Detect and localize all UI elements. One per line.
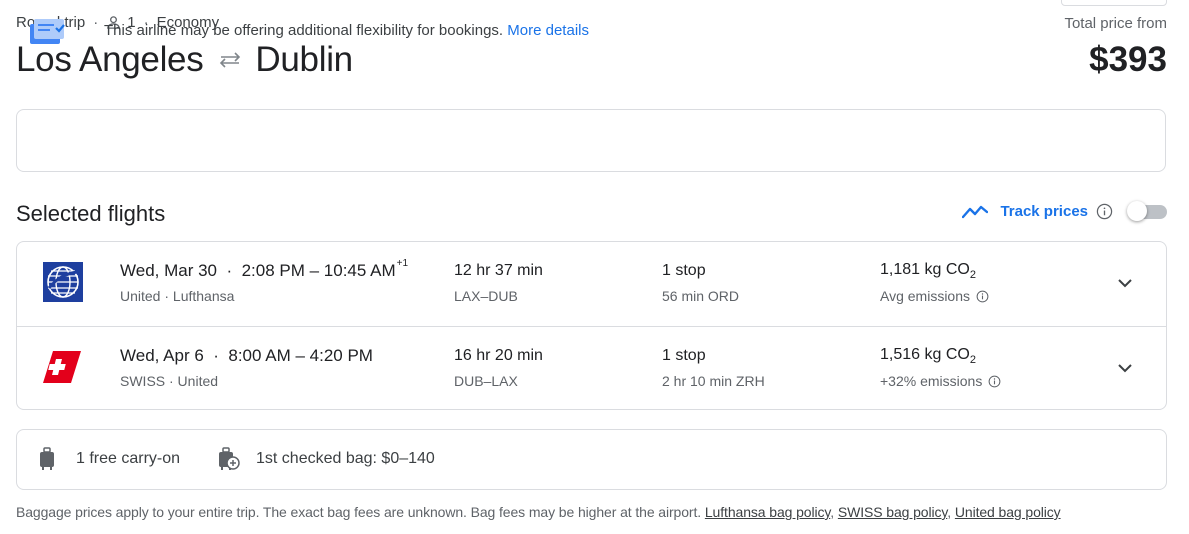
carry-on-bag-icon (40, 447, 54, 470)
flight-row-return[interactable]: Wed, Apr 6 · 8:00 AM – 4:20 PM SWISS · U… (16, 327, 1167, 411)
flight-date: Wed, Apr 6 (120, 346, 204, 365)
swiss-bag-policy-link[interactable]: SWISS bag policy (838, 504, 948, 520)
total-price: $393 (1089, 40, 1167, 79)
track-prices-toggle[interactable] (1127, 201, 1167, 221)
flight-time-range: 8:00 AM – 4:20 PM (228, 346, 373, 365)
flight-time-range: 2:08 PM – 10:45 AM (241, 261, 396, 280)
total-price-label: Total price from (1064, 15, 1167, 32)
flight-layover: 56 min ORD (662, 288, 740, 304)
flight-times: Wed, Mar 30 · 2:08 PM – 10:45 AM+1 (120, 258, 409, 281)
emissions-text: 1,181 kg CO (880, 261, 970, 278)
carry-on-text: 1 free carry-on (76, 450, 181, 467)
flexibility-info-box (16, 109, 1166, 172)
flight-times: Wed, Apr 6 · 8:00 AM – 4:20 PM (120, 346, 374, 366)
flight-airports: DUB–LAX (454, 373, 518, 389)
top-edge-button (1061, 0, 1167, 6)
separator-dot: · (208, 346, 224, 365)
selected-flights-title: Selected flights (16, 201, 166, 226)
swap-arrows-icon (220, 52, 241, 68)
separator-dot: · (221, 261, 237, 280)
emissions-subscript: 2 (969, 354, 976, 366)
emissions-subscript: 2 (969, 269, 976, 281)
checked-bag-icon (219, 447, 240, 470)
info-icon[interactable] (988, 375, 1001, 388)
trending-icon (962, 205, 989, 219)
day-offset: +1 (396, 258, 409, 269)
flight-duration: 12 hr 37 min (454, 262, 543, 279)
baggage-box (16, 429, 1167, 490)
checked-bag-text: 1st checked bag: $0–140 (256, 450, 435, 467)
swiss-cross-logo (43, 351, 81, 383)
flight-layover: 2 hr 10 min ZRH (662, 373, 765, 389)
flexibility-info-text: This airline may be offering additional … (104, 22, 589, 39)
flight-stops: 1 stop (662, 262, 706, 279)
more-details-link[interactable]: More details (507, 22, 589, 39)
toggle-thumb (1127, 201, 1147, 221)
help-icon[interactable] (1096, 203, 1113, 220)
flight-date: Wed, Mar 30 (120, 261, 218, 280)
baggage-footnote: Baggage prices apply to your entire trip… (16, 504, 1061, 520)
flight-row-outbound[interactable]: Wed, Mar 30 · 2:08 PM – 10:45 AM+1 Unite… (16, 242, 1167, 326)
flight-stops: 1 stop (662, 347, 706, 364)
footnote-text: Baggage prices apply to your entire trip… (16, 504, 702, 520)
flight-duration: 16 hr 20 min (454, 347, 543, 364)
emissions-note-text: Avg emissions (880, 288, 971, 304)
separator-dot: · (93, 14, 99, 31)
chevron-down-icon[interactable] (1114, 272, 1136, 294)
emissions-note: +32% emissions (880, 373, 1001, 389)
flexibility-message: This airline may be offering additional … (104, 22, 504, 39)
emissions-value: 1,181 kg CO2 (880, 261, 976, 281)
track-prices-label[interactable]: Track prices (1000, 203, 1088, 220)
emissions-note: Avg emissions (880, 288, 989, 304)
flight-airports: LAX–DUB (454, 288, 518, 304)
airline-names: SWISS · United (120, 373, 219, 389)
info-icon[interactable] (976, 290, 989, 303)
airline-names: United · Lufthansa (120, 288, 235, 304)
emissions-value: 1,516 kg CO2 (880, 346, 976, 366)
destination-city: Dublin (255, 40, 353, 79)
track-prices-control: Track prices (962, 201, 1167, 221)
chevron-down-icon[interactable] (1114, 357, 1136, 379)
lufthansa-bag-policy-link[interactable]: Lufthansa bag policy (705, 504, 830, 520)
ticket-check-icon (30, 19, 65, 44)
united-bag-policy-link[interactable]: United bag policy (955, 504, 1061, 520)
emissions-text: 1,516 kg CO (880, 346, 970, 363)
emissions-note-text: +32% emissions (880, 373, 983, 389)
united-globe-logo (43, 262, 83, 302)
